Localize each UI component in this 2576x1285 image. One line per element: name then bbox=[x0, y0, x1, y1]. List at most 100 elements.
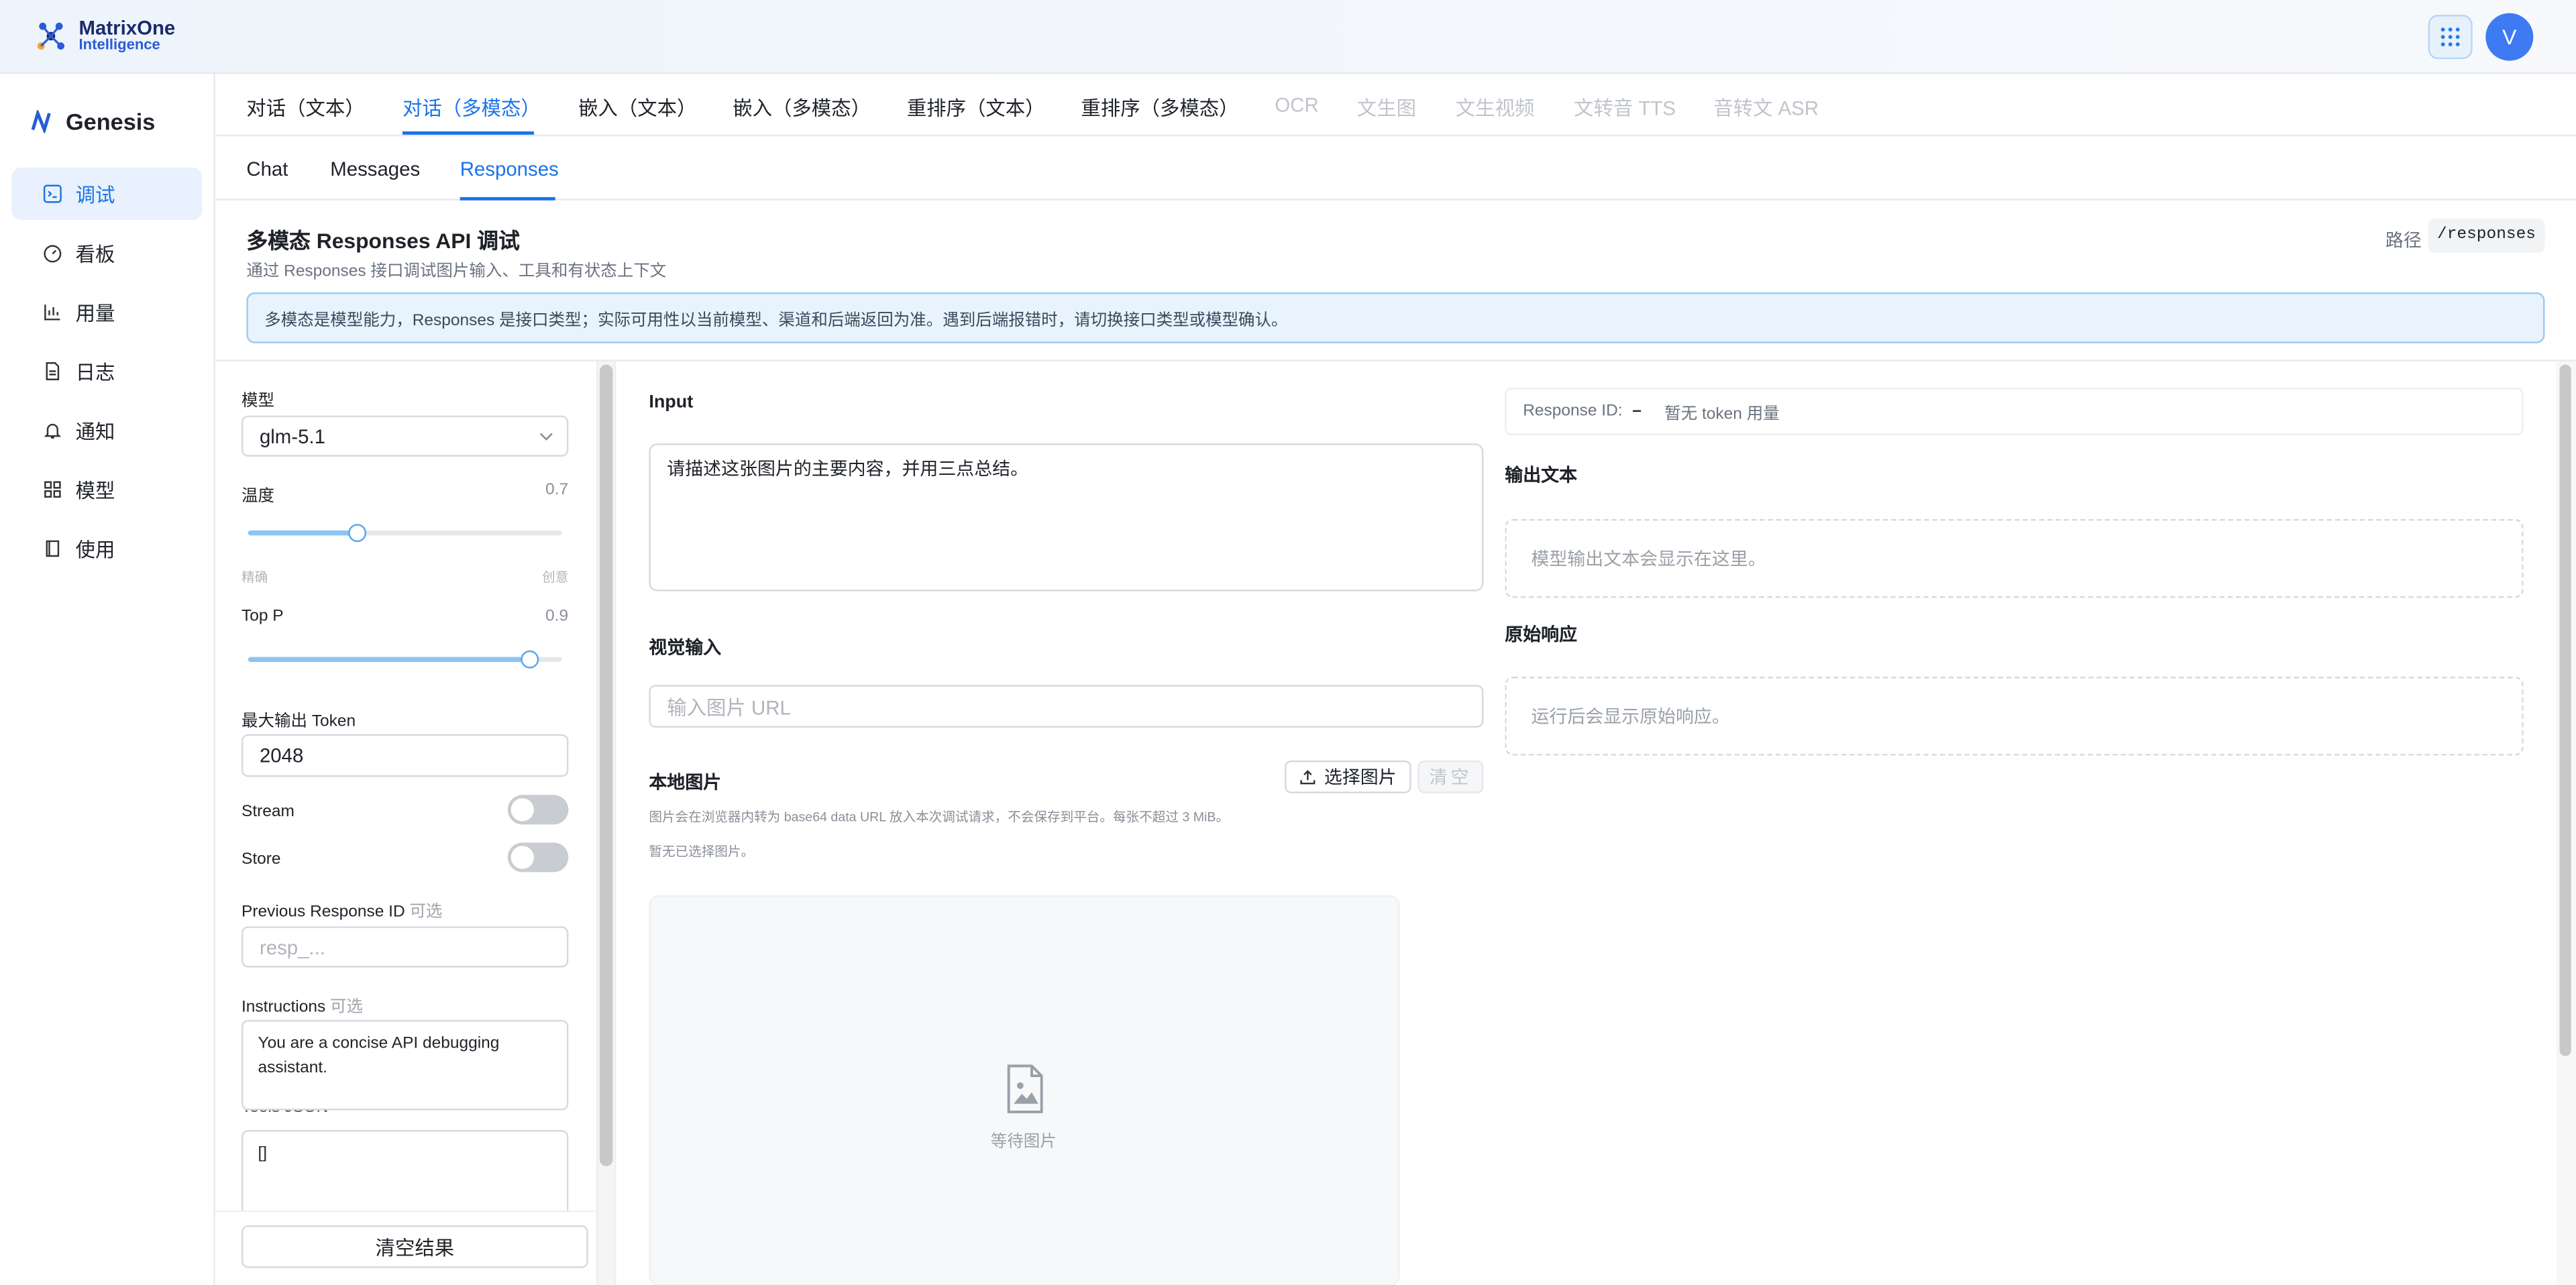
tab-embed-text[interactable]: 嵌入（文本） bbox=[578, 94, 696, 122]
brand-subname: Intelligence bbox=[78, 36, 160, 53]
temperature-min-label: 精确 bbox=[241, 569, 268, 585]
optional-hint: 可选 bbox=[330, 998, 364, 1017]
sidebar-title: Genesis bbox=[65, 108, 156, 135]
image-drop-zone[interactable]: 等待图片 bbox=[649, 895, 1400, 1285]
page-title: 多模态 Responses API 调试 bbox=[246, 228, 520, 254]
clear-results-button[interactable]: 清空结果 bbox=[241, 1225, 588, 1268]
sidebar-item-label: 日志 bbox=[75, 360, 115, 384]
path-value: /responses bbox=[2428, 218, 2545, 254]
model-select-value: glm-5.1 bbox=[259, 425, 325, 448]
tab-ocr[interactable]: OCR bbox=[1275, 94, 1318, 117]
primary-tabs: 对话（文本） 对话（多模态） 嵌入（文本） 嵌入（多模态） 重排序（文本） 重排… bbox=[215, 74, 2576, 137]
tab-tts[interactable]: 文转音 TTS bbox=[1574, 94, 1676, 122]
params-scrollbar-thumb[interactable] bbox=[599, 364, 613, 1166]
input-textarea[interactable]: 请描述这张图片的主要内容，并用三点总结。 bbox=[649, 443, 1484, 592]
sidebar-item-label: 模型 bbox=[75, 478, 115, 502]
path-label: 路径 bbox=[2385, 231, 2422, 252]
model-select[interactable]: glm-5.1 bbox=[241, 415, 569, 457]
raw-response-area: 运行后会显示原始响应。 bbox=[1505, 676, 2524, 756]
top-p-slider-fill bbox=[248, 657, 531, 662]
sidebar-item-label: 通知 bbox=[75, 419, 115, 443]
sidebar-item-logs[interactable]: 日志 bbox=[11, 345, 202, 397]
secondary-tabs: Chat Messages Responses bbox=[215, 136, 2576, 201]
visual-input-label: 视觉输入 bbox=[649, 638, 722, 659]
instructions-label-text: Instructions bbox=[241, 998, 326, 1017]
upload-hint: 图片会在浏览器内转为 base64 data URL 放入本次调试请求，不会保存… bbox=[649, 809, 1230, 825]
upload-icon bbox=[1300, 770, 1316, 785]
temperature-max-label: 创意 bbox=[542, 569, 569, 585]
sidebar-item-models[interactable]: 模型 bbox=[11, 463, 202, 516]
top-p-value: 0.9 bbox=[545, 608, 569, 626]
grid-icon bbox=[44, 481, 61, 498]
temperature-slider-fill bbox=[248, 530, 358, 536]
tab-rerank-multimodal[interactable]: 重排序（多模态） bbox=[1081, 94, 1238, 122]
raw-response-placeholder: 运行后会显示原始响应。 bbox=[1531, 708, 1730, 728]
tab-chat[interactable]: Chat bbox=[246, 158, 288, 180]
top-p-slider-thumb[interactable] bbox=[521, 650, 539, 669]
response-id-label: Response ID: bbox=[1523, 402, 1623, 421]
token-usage-text: 暂无 token 用量 bbox=[1664, 405, 1780, 424]
info-banner-text: 多模态是模型能力，Responses 是接口类型；实际可用性以当前模型、渠道和后… bbox=[264, 312, 1288, 331]
select-image-label: 选择图片 bbox=[1324, 769, 1397, 789]
store-toggle-knob bbox=[511, 846, 534, 869]
bell-icon bbox=[44, 423, 62, 439]
output-text-placeholder: 模型输出文本会显示在这里。 bbox=[1531, 550, 1766, 570]
temperature-value: 0.7 bbox=[545, 481, 569, 500]
previous-response-id-label-text: Previous Response ID bbox=[241, 903, 405, 921]
local-image-label: 本地图片 bbox=[649, 773, 722, 793]
sidebar-header: Genesis bbox=[30, 109, 155, 135]
book-icon bbox=[46, 540, 60, 557]
tools-json-textarea[interactable]: [] bbox=[241, 1129, 569, 1221]
store-toggle[interactable] bbox=[507, 842, 569, 873]
sidebar-item-notifications[interactable]: 通知 bbox=[11, 404, 202, 456]
output-text-area: 模型输出文本会显示在这里。 bbox=[1505, 518, 2524, 598]
instructions-textarea[interactable]: You are a concise API debugging assistan… bbox=[241, 1019, 569, 1111]
genesis-logo-icon bbox=[31, 110, 51, 133]
document-icon bbox=[46, 362, 60, 380]
matrixone-logo-icon bbox=[37, 22, 65, 50]
tab-chat-text[interactable]: 对话（文本） bbox=[246, 94, 364, 122]
optional-hint: 可选 bbox=[409, 903, 443, 921]
tab-rerank-text[interactable]: 重排序（文本） bbox=[907, 94, 1045, 122]
tab-responses[interactable]: Responses bbox=[460, 158, 559, 180]
sidebar-item-dashboard[interactable]: 看板 bbox=[11, 227, 202, 279]
tab-embed-multimodal[interactable]: 嵌入（多模态） bbox=[733, 94, 871, 122]
image-file-icon bbox=[1007, 1064, 1043, 1113]
page-scrollbar-thumb[interactable] bbox=[2559, 364, 2571, 1056]
user-avatar[interactable]: V bbox=[2485, 13, 2534, 61]
stream-toggle-knob bbox=[511, 798, 534, 822]
image-url-input[interactable]: 输入图片 URL bbox=[649, 685, 1484, 728]
tab-asr[interactable]: 音转文 ASR bbox=[1713, 94, 1819, 122]
tab-text-to-image[interactable]: 文生图 bbox=[1357, 94, 1416, 122]
sidebar-item-label: 调试 bbox=[75, 183, 115, 207]
page-subtitle: 通过 Responses 接口调试图片输入、工具和有状态上下文 bbox=[246, 262, 667, 281]
sidebar-item-docs[interactable]: 使用 bbox=[11, 522, 202, 575]
dashboard-icon bbox=[44, 245, 62, 263]
previous-response-id-label: Previous Response ID 可选 bbox=[241, 897, 442, 921]
temperature-slider-thumb[interactable] bbox=[348, 524, 367, 543]
active-subtab-underline bbox=[460, 197, 555, 201]
clear-images-button[interactable]: 清空 bbox=[1417, 760, 1484, 793]
top-bar bbox=[0, 0, 2576, 74]
max-tokens-input[interactable]: 2048 bbox=[241, 734, 569, 777]
no-images-hint: 暂无已选择图片。 bbox=[649, 844, 755, 859]
tab-chat-multimodal[interactable]: 对话（多模态） bbox=[402, 94, 541, 122]
top-p-label: Top P bbox=[241, 608, 284, 626]
stream-toggle[interactable] bbox=[507, 795, 569, 825]
raw-response-label: 原始响应 bbox=[1505, 626, 1578, 646]
sidebar-item-usage[interactable]: 用量 bbox=[11, 286, 202, 338]
response-id-value: – bbox=[1632, 402, 1642, 421]
bar-chart-icon bbox=[44, 304, 60, 321]
apps-grid-button[interactable] bbox=[2428, 15, 2473, 60]
stream-label: Stream bbox=[241, 803, 294, 822]
tab-messages[interactable]: Messages bbox=[330, 158, 420, 180]
tab-text-to-video[interactable]: 文生视频 bbox=[1456, 94, 1535, 122]
temperature-label: 温度 bbox=[241, 488, 274, 506]
response-id-bar: Response ID: – 暂无 token 用量 bbox=[1505, 387, 2524, 435]
input-label: Input bbox=[649, 392, 694, 412]
select-image-button[interactable]: 选择图片 bbox=[1285, 760, 1411, 793]
sidebar-item-debug[interactable]: 调试 bbox=[11, 167, 203, 221]
previous-response-id-input[interactable]: resp_... bbox=[241, 926, 569, 968]
sidebar-item-label: 使用 bbox=[75, 538, 115, 561]
brand-logo[interactable]: MatrixOne Intelligence bbox=[33, 13, 175, 60]
